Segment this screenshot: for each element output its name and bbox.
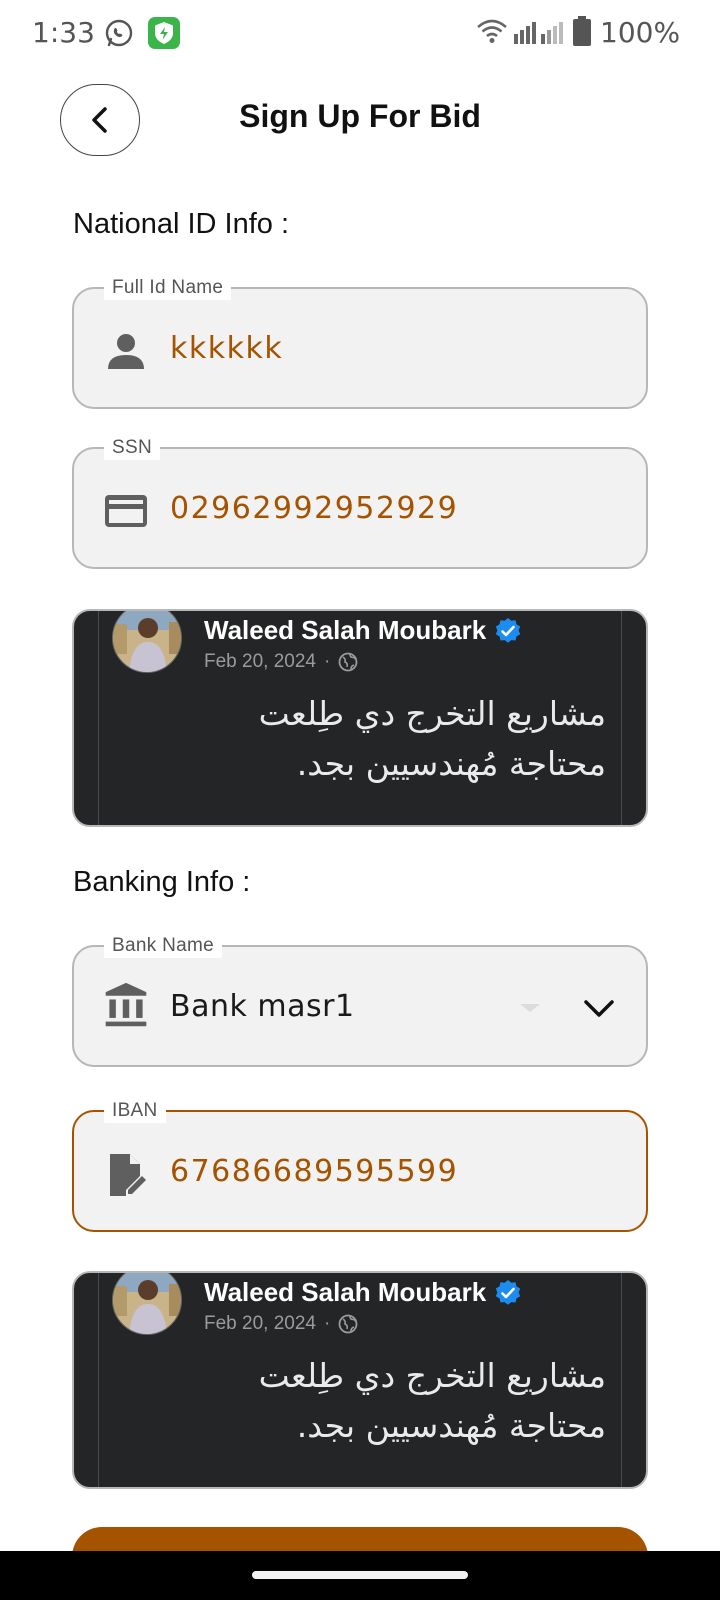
globe-icon bbox=[338, 1314, 358, 1334]
shield-app-icon bbox=[148, 17, 180, 49]
post-meta: Feb 20, 2024 · bbox=[204, 651, 358, 673]
post-author-name: Waleed Salah Moubark bbox=[204, 615, 487, 645]
post-text-line: مشاريع التخرج دي طِلعت bbox=[258, 1356, 606, 1395]
avatar bbox=[112, 1273, 182, 1335]
battery-percent: 100% bbox=[600, 16, 681, 49]
full-id-name-field[interactable]: Full Id Name kkkkkk bbox=[72, 276, 648, 409]
credit-card-icon bbox=[105, 495, 147, 527]
iban-value: 67686689595599 bbox=[170, 1154, 459, 1189]
national-id-image[interactable]: Waleed Salah Moubark Feb 20, 2024 · مشار… bbox=[72, 609, 648, 827]
status-bar: 1:33 100% bbox=[0, 0, 720, 66]
home-gesture-handle[interactable] bbox=[252, 1571, 468, 1579]
signal-icon bbox=[514, 22, 563, 44]
whatsapp-icon bbox=[105, 19, 133, 47]
card-edge bbox=[98, 611, 99, 825]
page-title: Sign Up For Bid bbox=[239, 98, 481, 134]
post-text-line: محتاجة مُهندسيين بجد. bbox=[296, 1406, 606, 1445]
verified-badge-icon bbox=[495, 618, 521, 643]
verified-badge-icon bbox=[495, 1280, 521, 1305]
chevron-down-icon[interactable] bbox=[582, 993, 616, 1023]
bank-icon bbox=[105, 982, 147, 1027]
post-separator: · bbox=[323, 651, 331, 672]
full-id-name-label: Full Id Name bbox=[104, 276, 232, 300]
status-time: 1:33 bbox=[32, 16, 95, 49]
ssn-value: 02962992952929 bbox=[170, 491, 459, 526]
person-icon bbox=[108, 334, 144, 369]
ssn-label: SSN bbox=[104, 436, 160, 460]
caret-down-icon bbox=[520, 1004, 540, 1012]
bank-name-value: Bank masr1 bbox=[170, 989, 355, 1024]
post-date: Feb 20, 2024 bbox=[204, 1313, 316, 1334]
national-id-section-title: National ID Info : bbox=[73, 208, 289, 240]
wifi-icon bbox=[477, 19, 507, 43]
avatar bbox=[112, 611, 182, 673]
post-text: مشاريع التخرج دي طِلعت محتاجة مُهندسيين … bbox=[126, 689, 606, 789]
card-edge bbox=[621, 1273, 622, 1487]
navigation-bar bbox=[0, 1551, 720, 1600]
iban-field[interactable]: IBAN 67686689595599 bbox=[72, 1099, 648, 1232]
banking-image[interactable]: Waleed Salah Moubark Feb 20, 2024 · مشار… bbox=[72, 1271, 648, 1489]
full-id-name-value: kkkkkk bbox=[170, 331, 284, 366]
post-separator: · bbox=[323, 1313, 331, 1334]
post-text-line: محتاجة مُهندسيين بجد. bbox=[296, 744, 606, 783]
bank-name-label: Bank Name bbox=[104, 934, 222, 958]
post-text: مشاريع التخرج دي طِلعت محتاجة مُهندسيين … bbox=[126, 1351, 606, 1451]
post-text-line: مشاريع التخرج دي طِلعت bbox=[258, 694, 606, 733]
post-date: Feb 20, 2024 bbox=[204, 651, 316, 672]
iban-label: IBAN bbox=[104, 1099, 166, 1123]
ssn-field[interactable]: SSN 02962992952929 bbox=[72, 436, 648, 569]
card-edge bbox=[98, 1273, 99, 1487]
banking-section-title: Banking Info : bbox=[73, 866, 251, 898]
document-edit-icon bbox=[110, 1154, 146, 1196]
bank-name-dropdown[interactable]: Bank Name Bank masr1 bbox=[72, 934, 648, 1067]
battery-icon bbox=[573, 16, 591, 46]
post-meta: Feb 20, 2024 · bbox=[204, 1313, 358, 1335]
globe-icon bbox=[338, 652, 358, 672]
card-edge bbox=[621, 611, 622, 825]
post-author-name: Waleed Salah Moubark bbox=[204, 1277, 487, 1307]
